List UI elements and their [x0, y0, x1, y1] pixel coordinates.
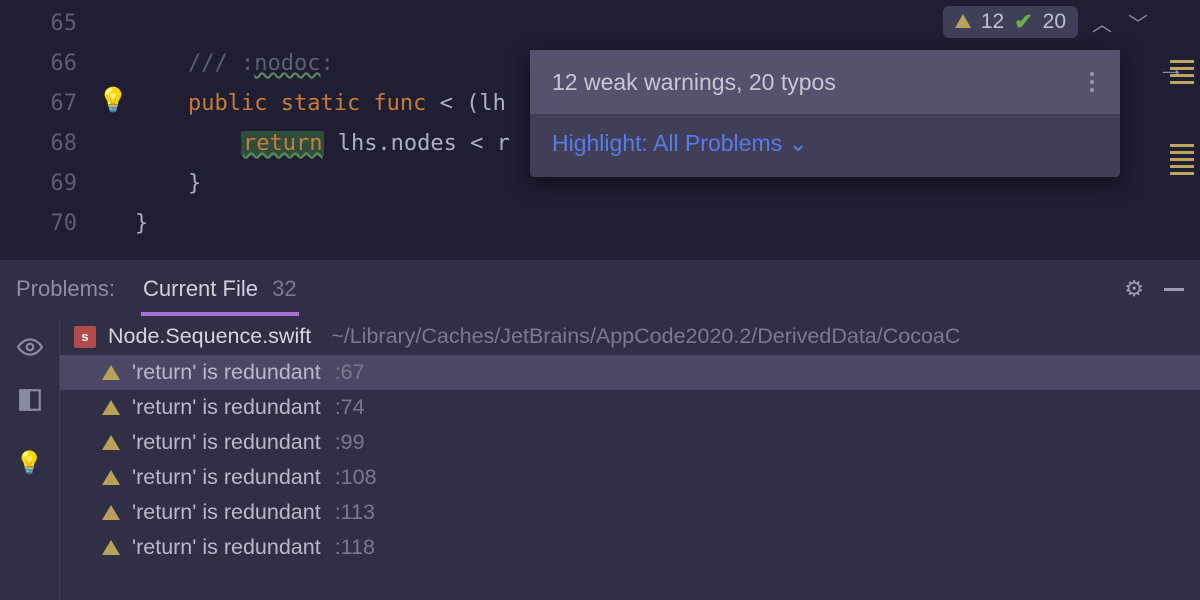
file-path: ~/Library/Caches/JetBrains/AppCode2020.2…: [331, 324, 960, 349]
highlight-level-row[interactable]: Highlight: All Problems ⌄: [530, 114, 1120, 177]
problems-label: Problems:: [16, 276, 115, 302]
problem-line: :118: [335, 535, 375, 560]
stripe[interactable]: [1170, 158, 1194, 161]
problem-text: 'return' is redundant: [132, 535, 321, 560]
check-icon: ✔: [1014, 9, 1032, 35]
code-rest: < (lh: [426, 91, 505, 116]
problem-text: 'return' is redundant: [132, 360, 321, 385]
popup-summary: 12 weak warnings, 20 typos: [552, 69, 836, 96]
problem-row[interactable]: 'return' is redundant :108: [60, 460, 1200, 495]
intention-bulb-icon[interactable]: 💡: [16, 450, 43, 476]
typo-count: 20: [1043, 10, 1066, 34]
stripe[interactable]: [1170, 60, 1194, 63]
warning-icon: [102, 540, 120, 555]
warning-icon: [102, 435, 120, 450]
line-number: 65: [0, 4, 77, 44]
kw-static: static: [267, 91, 360, 116]
more-menu-icon[interactable]: [1086, 68, 1098, 96]
line-number: 68: [0, 124, 77, 164]
highlight-value: All Problems: [653, 130, 782, 156]
error-stripe-markers[interactable]: [1170, 60, 1194, 179]
line-number: 67: [0, 84, 77, 124]
code-brace: }: [135, 204, 1200, 244]
stripe[interactable]: [1170, 81, 1194, 84]
line-number: 69: [0, 164, 77, 204]
problem-line: :99: [335, 430, 365, 455]
problem-text: 'return' is redundant: [132, 465, 321, 490]
problem-line: :108: [335, 465, 377, 490]
highlight-label: Highlight:: [552, 130, 648, 156]
code-empty: [135, 244, 1200, 260]
code-indent: [135, 131, 241, 156]
popup-header[interactable]: 12 weak warnings, 20 typos: [530, 50, 1120, 114]
problem-text: 'return' is redundant: [132, 395, 321, 420]
chevron-down-icon: ⌄: [789, 130, 808, 156]
file-header[interactable]: s Node.Sequence.swift ~/Library/Caches/J…: [60, 318, 1200, 355]
swift-file-icon: s: [74, 326, 96, 348]
kw-return-highlighted: return: [241, 131, 324, 156]
stripe[interactable]: [1170, 67, 1194, 70]
problem-row[interactable]: 'return' is redundant :118: [60, 530, 1200, 565]
problem-row[interactable]: 'return' is redundant :67: [60, 355, 1200, 390]
line-number: 66: [0, 44, 77, 84]
file-name: Node.Sequence.swift: [108, 324, 311, 349]
preview-icon[interactable]: [17, 334, 43, 365]
code-comment-nodoc: nodoc: [254, 51, 320, 76]
problem-row[interactable]: 'return' is redundant :113: [60, 495, 1200, 530]
stripe[interactable]: [1170, 144, 1194, 147]
prev-problem-chevron[interactable]: ︿: [1090, 8, 1114, 37]
tab-current-file[interactable]: Current File 32: [143, 276, 297, 302]
warning-icon: [102, 505, 120, 520]
problems-list: s Node.Sequence.swift ~/Library/Caches/J…: [60, 318, 1200, 600]
kw-public: public: [188, 91, 267, 116]
problem-row[interactable]: 'return' is redundant :74: [60, 390, 1200, 425]
warning-icon: [955, 14, 971, 28]
tab-current-file-label: Current File: [143, 276, 258, 301]
problems-panel: Problems: Current File 32 ⚙ 💡 s Node.Seq…: [0, 260, 1200, 600]
tab-count: 32: [272, 276, 296, 301]
gutter: 65 66 67 68 69 70: [0, 0, 95, 260]
layout-icon[interactable]: [17, 387, 43, 418]
problems-body: 💡 s Node.Sequence.swift ~/Library/Caches…: [0, 318, 1200, 600]
code-comment: /// :: [135, 51, 254, 76]
stripe[interactable]: [1170, 151, 1194, 154]
next-problem-chevron[interactable]: ﹀: [1126, 8, 1150, 37]
inspection-status-widget[interactable]: 12 ✔ 20 ︿ ﹀: [943, 6, 1150, 38]
problem-line: :67: [335, 360, 365, 385]
gear-icon[interactable]: ⚙: [1124, 276, 1144, 302]
warning-icon: [102, 400, 120, 415]
intention-bulb-icon[interactable]: 💡: [98, 86, 128, 115]
stripe[interactable]: [1170, 172, 1194, 175]
problem-line: :113: [335, 500, 375, 525]
stripe[interactable]: [1170, 74, 1194, 77]
problem-text: 'return' is redundant: [132, 500, 321, 525]
code-comment-suffix: :: [320, 51, 333, 76]
inspection-popup: 12 weak warnings, 20 typos Highlight: Al…: [530, 50, 1120, 177]
problem-text: 'return' is redundant: [132, 430, 321, 455]
problem-row[interactable]: 'return' is redundant :99: [60, 425, 1200, 460]
problems-tabs: Problems: Current File 32 ⚙: [0, 260, 1200, 318]
problems-sidebar: 💡: [0, 318, 60, 600]
warning-icon: [102, 365, 120, 380]
line-number: 70: [0, 204, 77, 244]
warning-count: 12: [981, 10, 1004, 34]
warning-icon: [102, 470, 120, 485]
minimize-icon[interactable]: [1164, 288, 1184, 291]
code-rest: lhs.nodes < r: [324, 131, 509, 156]
status-pill[interactable]: 12 ✔ 20: [943, 6, 1078, 38]
stripe[interactable]: [1170, 165, 1194, 168]
kw-func: func: [360, 91, 426, 116]
problem-line: :74: [335, 395, 365, 420]
